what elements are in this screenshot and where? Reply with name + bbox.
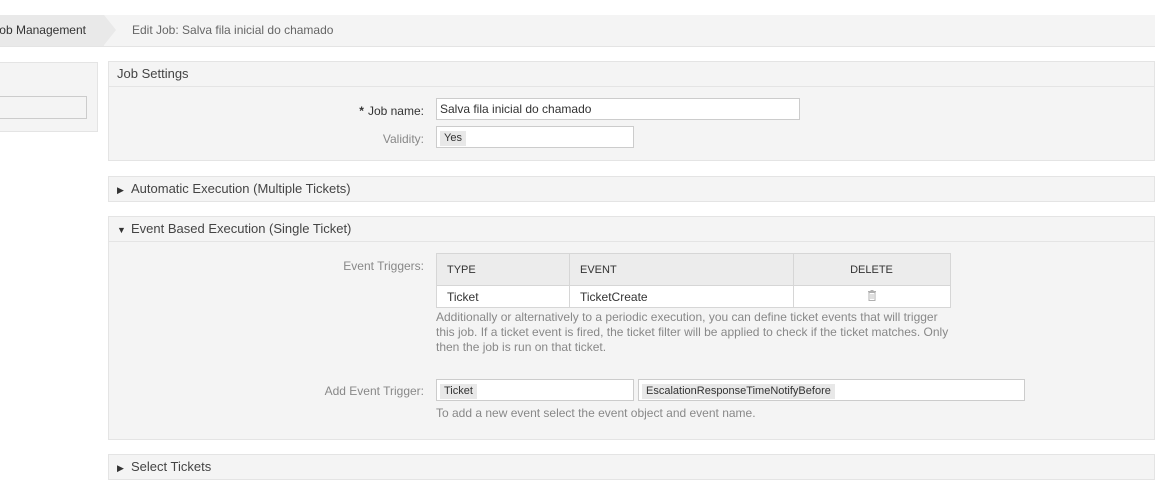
table-header-row: TYPE EVENT DELETE <box>436 253 951 286</box>
automatic-execution-header[interactable]: ▶ Automatic Execution (Multiple Tickets) <box>109 177 1154 201</box>
job-name-label: * Job name: <box>359 104 424 118</box>
mandatory-star-icon: * <box>359 104 364 118</box>
job-settings-widget: Job Settings * Job name: Salva fila inici… <box>108 61 1155 161</box>
breadcrumb-first-label: ob Management <box>0 23 86 37</box>
event-execution-header[interactable]: ▼ Event Based Execution (Single Ticket) <box>109 217 1154 242</box>
select-tickets-header[interactable]: ▶ Select Tickets <box>109 455 1154 479</box>
row-type: Ticket <box>436 285 570 308</box>
row-delete <box>793 285 951 308</box>
event-execution-widget: ▼ Event Based Execution (Single Ticket) E… <box>108 216 1155 440</box>
select-tickets-widget: ▶ Select Tickets <box>108 454 1155 480</box>
breadcrumb: ob Management Edit Job: Salva fila inici… <box>0 15 1155 47</box>
validity-selected-tag: Yes <box>440 131 466 146</box>
event-name-select[interactable]: EscalationResponseTimeNotifyBefore <box>638 379 1025 401</box>
add-event-trigger-label: Add Event Trigger: <box>324 384 424 398</box>
validity-label: Validity: <box>382 132 424 146</box>
validity-select[interactable]: Yes <box>436 126 634 148</box>
trash-icon[interactable] <box>867 289 877 304</box>
triangle-right-icon: ▶ <box>117 463 124 473</box>
triangle-down-icon: ▼ <box>117 225 126 235</box>
event-object-selected-tag: Ticket <box>440 384 477 399</box>
column-header-event: EVENT <box>569 253 794 286</box>
breadcrumb-current: Edit Job: Salva fila inicial do chamado <box>132 23 334 37</box>
column-header-delete: DELETE <box>793 253 951 286</box>
job-name-input[interactable]: Salva fila inicial do chamado <box>436 98 800 120</box>
add-event-help: To add a new event select the event obje… <box>436 406 756 420</box>
row-event: TicketCreate <box>569 285 794 308</box>
breadcrumb-arrow <box>104 15 116 45</box>
event-object-select[interactable]: Ticket <box>436 379 634 401</box>
sidebar-filter-input[interactable] <box>0 96 87 119</box>
table-row: Ticket TicketCreate <box>436 285 951 308</box>
event-triggers-label: Event Triggers: <box>343 259 424 273</box>
breadcrumb-job-management[interactable]: ob Management <box>0 15 104 46</box>
event-triggers-help: Additionally or alternatively to a perio… <box>436 310 949 354</box>
triangle-right-icon: ▶ <box>117 185 124 195</box>
automatic-execution-widget: ▶ Automatic Execution (Multiple Tickets) <box>108 176 1155 202</box>
sidebar-box <box>0 62 98 132</box>
event-name-selected-tag: EscalationResponseTimeNotifyBefore <box>642 384 835 399</box>
job-settings-header: Job Settings <box>109 62 1154 87</box>
event-triggers-table: TYPE EVENT DELETE Ticket TicketCreate <box>436 253 951 308</box>
column-header-type: TYPE <box>436 253 570 286</box>
